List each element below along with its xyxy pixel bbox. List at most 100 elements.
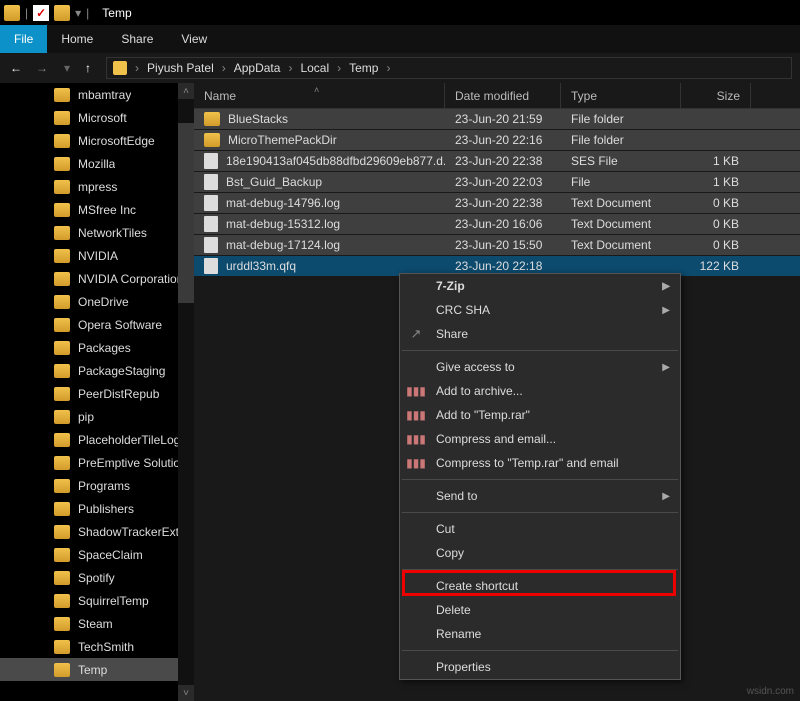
address-bar[interactable]: › Piyush Patel › AppData › Local › Temp … (106, 57, 792, 79)
breadcrumb[interactable]: Piyush Patel (147, 61, 214, 75)
chevron-right-icon: › (337, 61, 341, 75)
column-name[interactable]: Name (194, 83, 445, 108)
menu-separator (402, 650, 678, 651)
context-menu: 7-Zip▶ CRC SHA▶ ↗Share Give access to▶ ▮… (399, 273, 681, 680)
file-type: Text Document (561, 238, 681, 252)
chevron-right-icon: › (386, 61, 390, 75)
sidebar-item[interactable]: MicrosoftEdge (0, 129, 194, 152)
sidebar-item[interactable]: NetworkTiles (0, 221, 194, 244)
sidebar-item[interactable]: PlaceholderTileLogoFolder (0, 428, 194, 451)
menu-separator (402, 512, 678, 513)
check-icon[interactable]: ✓ (33, 5, 49, 21)
folder-icon (54, 525, 70, 539)
column-size[interactable]: Size (681, 83, 751, 108)
sidebar-item[interactable]: mbamtray (0, 83, 194, 106)
sidebar-item[interactable]: Temp (0, 658, 194, 681)
tab-file[interactable]: File (0, 25, 47, 53)
sidebar-item[interactable]: Opera Software (0, 313, 194, 336)
sidebar-item[interactable]: mpress (0, 175, 194, 198)
sidebar-item[interactable]: Programs (0, 474, 194, 497)
up-button[interactable]: ↑ (80, 61, 96, 75)
scrollbar-thumb[interactable] (178, 123, 194, 303)
menu-add-temp[interactable]: ▮▮▮Add to "Temp.rar" (400, 403, 680, 427)
menu-properties[interactable]: Properties (400, 655, 680, 679)
menu-copy[interactable]: Copy (400, 541, 680, 565)
menu-add-archive[interactable]: ▮▮▮Add to archive... (400, 379, 680, 403)
sidebar-item[interactable]: ShadowTrackerExtra (0, 520, 194, 543)
sidebar-item[interactable]: TechSmith (0, 635, 194, 658)
sidebar-item-label: ShadowTrackerExtra (78, 525, 190, 539)
sidebar-item[interactable]: pip (0, 405, 194, 428)
sidebar-item-label: mpress (78, 180, 117, 194)
sidebar-item-label: Microsoft (78, 111, 127, 125)
archive-icon: ▮▮▮ (408, 383, 424, 399)
table-row[interactable]: mat-debug-17124.log23-Jun-20 15:50Text D… (194, 235, 800, 256)
column-type[interactable]: Type (561, 83, 681, 108)
menu-7zip[interactable]: 7-Zip▶ (400, 274, 680, 298)
sidebar-item-label: Temp (78, 663, 107, 677)
menu-give-access[interactable]: Give access to▶ (400, 355, 680, 379)
sidebar-item[interactable]: PeerDistRepub (0, 382, 194, 405)
tab-home[interactable]: Home (47, 25, 107, 53)
menu-send-to[interactable]: Send to▶ (400, 484, 680, 508)
table-row[interactable]: 18e190413af045db88dfbd29609eb877.d...23-… (194, 151, 800, 172)
file-name: 18e190413af045db88dfbd29609eb877.d... (226, 154, 445, 168)
file-icon (204, 174, 218, 190)
sidebar-item[interactable]: NVIDIA Corporation (0, 267, 194, 290)
sidebar-item[interactable]: Publishers (0, 497, 194, 520)
breadcrumb[interactable]: AppData (234, 61, 281, 75)
menu-cut[interactable]: Cut (400, 517, 680, 541)
folder-icon (54, 617, 70, 631)
file-size: 0 KB (681, 196, 751, 210)
history-dropdown[interactable]: ▾ (64, 61, 70, 75)
folder-icon (54, 479, 70, 493)
forward-button[interactable]: → (34, 61, 50, 75)
table-row[interactable]: mat-debug-15312.log23-Jun-20 16:06Text D… (194, 214, 800, 235)
sidebar-item[interactable]: SpaceClaim (0, 543, 194, 566)
folder-icon (54, 433, 70, 447)
file-type: Text Document (561, 196, 681, 210)
menu-separator (402, 350, 678, 351)
menu-separator (402, 569, 678, 570)
chevron-right-icon: ▶ (662, 491, 670, 502)
dropdown-icon[interactable]: ▾ (75, 6, 81, 20)
table-row[interactable]: MicroThemePackDir23-Jun-20 22:16File fol… (194, 130, 800, 151)
sidebar-item-label: pip (78, 410, 94, 424)
table-row[interactable]: Bst_Guid_Backup23-Jun-20 22:03File1 KB (194, 172, 800, 193)
sidebar-item[interactable]: Steam (0, 612, 194, 635)
sidebar-item[interactable]: OneDrive (0, 290, 194, 313)
menu-compress-email[interactable]: ▮▮▮Compress and email... (400, 427, 680, 451)
menu-compress-temp[interactable]: ▮▮▮Compress to "Temp.rar" and email (400, 451, 680, 475)
scroll-down-button[interactable]: ˅ (178, 685, 194, 701)
sidebar-item[interactable]: SquirrelTemp (0, 589, 194, 612)
sidebar-item[interactable]: Packages (0, 336, 194, 359)
column-date[interactable]: Date modified (445, 83, 561, 108)
menu-rename[interactable]: Rename (400, 622, 680, 646)
sidebar-item[interactable]: NVIDIA (0, 244, 194, 267)
menu-create-shortcut[interactable]: Create shortcut (400, 574, 680, 598)
folder-icon (54, 548, 70, 562)
menu-crcsha[interactable]: CRC SHA▶ (400, 298, 680, 322)
sidebar-item-label: SpaceClaim (78, 548, 143, 562)
tab-share[interactable]: Share (107, 25, 167, 53)
file-size: 1 KB (681, 154, 751, 168)
table-row[interactable]: mat-debug-14796.log23-Jun-20 22:38Text D… (194, 193, 800, 214)
scroll-up-button[interactable]: ˄ (178, 83, 194, 99)
sidebar-item-label: PeerDistRepub (78, 387, 159, 401)
sidebar-item[interactable]: PreEmptive Solutions (0, 451, 194, 474)
file-date: 23-Jun-20 16:06 (445, 217, 561, 231)
table-row[interactable]: BlueStacks23-Jun-20 21:59File folder (194, 109, 800, 130)
file-size: 122 KB (681, 259, 751, 273)
folder-icon (204, 112, 220, 126)
sidebar-item[interactable]: MSfree Inc (0, 198, 194, 221)
folder-icon (54, 134, 70, 148)
sidebar-item[interactable]: Mozilla (0, 152, 194, 175)
sidebar-item[interactable]: PackageStaging (0, 359, 194, 382)
menu-delete[interactable]: Delete (400, 598, 680, 622)
sidebar-item[interactable]: Microsoft (0, 106, 194, 129)
back-button[interactable]: ← (8, 61, 24, 75)
breadcrumb[interactable]: Temp (349, 61, 378, 75)
breadcrumb[interactable]: Local (300, 61, 329, 75)
sidebar-item[interactable]: Spotify (0, 566, 194, 589)
tab-view[interactable]: View (167, 25, 221, 53)
